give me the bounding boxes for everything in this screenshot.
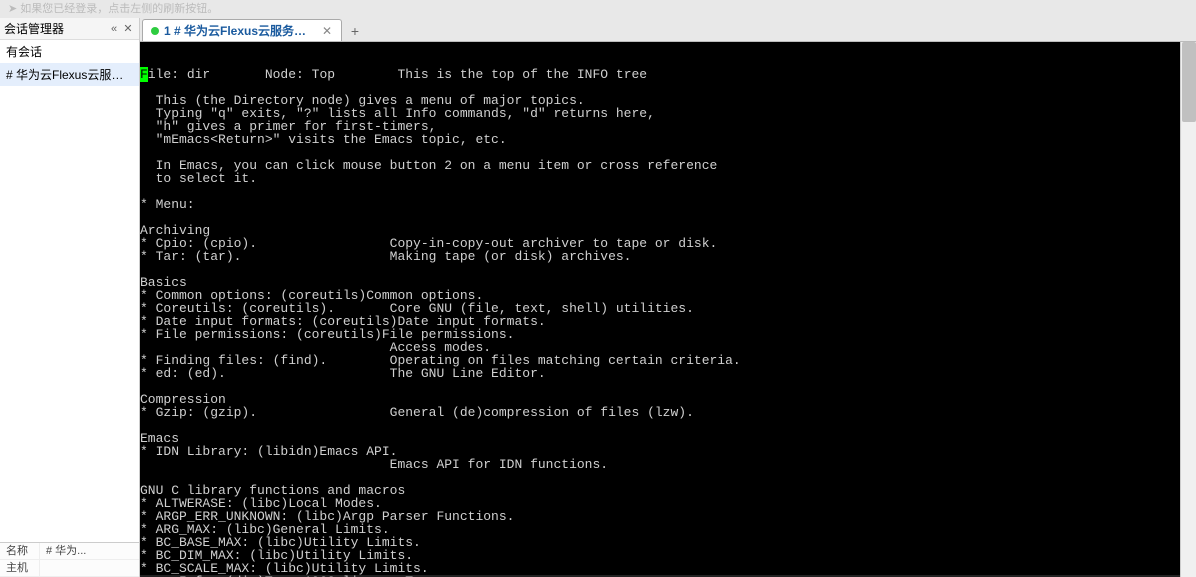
vertical-scrollbar[interactable]	[1180, 42, 1196, 577]
sidebar-collapse-icon[interactable]: «	[107, 22, 121, 36]
top-hint-bar: ➤ 如果您已经登录，点击左侧的刷新按钮。	[0, 0, 1196, 18]
scrollbar-thumb[interactable]	[1182, 42, 1196, 122]
sidebar-title: 会话管理器	[4, 20, 107, 37]
tab-label: 1 # 华为云Flexus云服务器X...	[164, 22, 317, 39]
prop-host-label: 主机	[0, 560, 40, 576]
sidebar-close-icon[interactable]: ✕	[121, 22, 135, 36]
session-item[interactable]: 有会话	[0, 40, 139, 63]
add-tab-button[interactable]: +	[344, 21, 366, 41]
prop-host-value	[40, 560, 139, 576]
content-area: 1 # 华为云Flexus云服务器X... ✕ + File: dir Node…	[140, 18, 1196, 577]
tab-bar: 1 # 华为云Flexus云服务器X... ✕ +	[140, 18, 1196, 42]
status-dot-icon	[151, 27, 159, 35]
prop-name-value: # 华为...	[40, 543, 139, 559]
session-item[interactable]: # 华为云Flexus云服务器X实例	[0, 63, 139, 86]
session-properties: 名称 # 华为... 主机	[0, 542, 139, 577]
sidebar-header: 会话管理器 « ✕	[0, 18, 139, 40]
session-list: 有会话 # 华为云Flexus云服务器X实例	[0, 40, 139, 542]
session-sidebar: 会话管理器 « ✕ 有会话 # 华为云Flexus云服务器X实例 名称 # 华为…	[0, 18, 140, 577]
close-icon[interactable]: ✕	[321, 25, 333, 37]
terminal[interactable]: File: dir Node: Top This is the top of t…	[140, 42, 1196, 577]
prop-name-label: 名称	[0, 543, 40, 559]
tab-session-1[interactable]: 1 # 华为云Flexus云服务器X... ✕	[142, 19, 342, 41]
